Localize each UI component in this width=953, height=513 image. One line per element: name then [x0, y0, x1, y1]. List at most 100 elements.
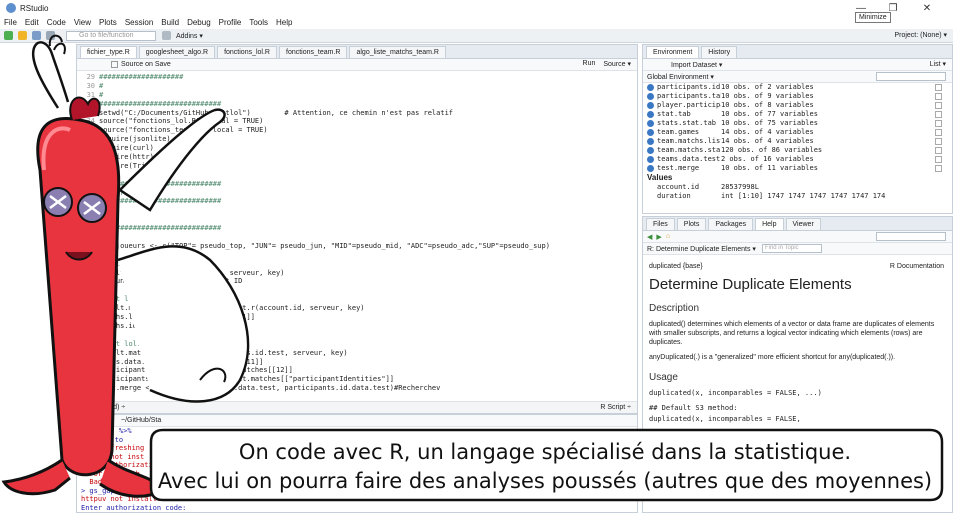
- help-description-p1: duplicated() determines which elements o…: [649, 321, 935, 346]
- environment-row[interactable]: stats.stat.tab 10 obs. of 75 variables: [643, 119, 952, 128]
- variable-name: stat.tab: [657, 110, 691, 118]
- help-toolbar: ◀ ▶ ⌂: [643, 231, 952, 243]
- view-grid-icon[interactable]: [935, 111, 942, 118]
- expand-dataframe-icon[interactable]: [647, 129, 654, 136]
- import-dataset-button[interactable]: Import Dataset ▾: [671, 61, 722, 69]
- environment-list: participants.id..10 obs. of 2 variablesp…: [643, 83, 952, 201]
- environment-row[interactable]: teams.data.test 2 obs. of 16 variables: [643, 155, 952, 164]
- environment-row[interactable]: stat.tab 10 obs. of 77 variables: [643, 110, 952, 119]
- source-button[interactable]: Source ▾: [603, 60, 631, 68]
- help-title: Determine Duplicate Elements: [649, 276, 852, 293]
- variable-name: participants.id..: [657, 83, 721, 91]
- view-grid-icon[interactable]: [935, 147, 942, 154]
- view-grid-icon[interactable]: [935, 93, 942, 100]
- help-description-heading: Description: [649, 303, 700, 314]
- tab-packages[interactable]: Packages: [708, 218, 754, 230]
- environment-row[interactable]: account.id 28537998L: [643, 183, 952, 192]
- environment-row[interactable]: team.matchs.sta..120 obs. of 86 variable…: [643, 146, 952, 155]
- expand-dataframe-icon[interactable]: [647, 93, 654, 100]
- environment-row[interactable]: test.merge 10 obs. of 11 variables: [643, 164, 952, 173]
- variable-description: 10 obs. of 9 variables: [721, 92, 814, 100]
- variable-name: test.merge: [657, 164, 700, 172]
- project-menu[interactable]: Project: (None) ▾: [894, 31, 947, 39]
- expand-dataframe-icon[interactable]: [647, 102, 654, 109]
- mascot-raised-hand: [31, 41, 70, 109]
- help-doc-header: duplicated {base} R Documentation: [649, 263, 944, 270]
- view-grid-icon[interactable]: [935, 156, 942, 163]
- view-grid-icon[interactable]: [935, 120, 942, 127]
- variable-description: 14 obs. of 4 variables: [721, 137, 814, 145]
- back-arrow-icon[interactable]: ◀: [647, 233, 652, 241]
- find-in-topic-input[interactable]: Find in Topic: [761, 244, 822, 253]
- help-usage-3: duplicated(x, incomparables = FALSE,: [649, 415, 801, 423]
- tab-plots[interactable]: Plots: [676, 218, 707, 230]
- environment-tabs: Environment History: [643, 45, 952, 59]
- rstudio-logo-icon: [6, 3, 16, 13]
- speech-bubble-text: On code avec R, un langage spécialisé da…: [145, 438, 945, 496]
- view-grid-icon[interactable]: [935, 165, 942, 172]
- view-grid-icon[interactable]: [935, 84, 942, 91]
- help-usage-1: duplicated(x, incomparables = FALSE, ...…: [649, 389, 822, 397]
- mascot-body: [36, 116, 121, 477]
- variable-description: 10 obs. of 8 variables: [721, 101, 814, 109]
- environment-row[interactable]: duration int [1:10] 1747 1747 1747 1747 1…: [643, 192, 952, 201]
- mascot-tuft: [69, 96, 101, 121]
- environment-row[interactable]: participants.tab 10 obs. of 9 variables: [643, 92, 952, 101]
- variable-name: stats.stat.tab: [657, 119, 717, 127]
- tab-history[interactable]: History: [701, 46, 738, 58]
- variable-name: duration: [657, 192, 691, 200]
- expand-dataframe-icon[interactable]: [647, 147, 654, 154]
- variable-name: teams.data.test: [657, 155, 721, 163]
- tab-viewer[interactable]: Viewer: [785, 218, 821, 230]
- help-doc-label: R Documentation: [889, 263, 944, 270]
- help-tabs: Files Plots Packages Help Viewer: [643, 217, 952, 231]
- environment-toolbar: Import Dataset ▾ List ▾: [643, 59, 952, 71]
- view-grid-icon[interactable]: [935, 102, 942, 109]
- variable-description: 10 obs. of 75 variables: [721, 119, 818, 127]
- speech-line-2: Avec lui on pourra faire des analyses po…: [157, 469, 933, 493]
- variable-description: 10 obs. of 11 variables: [721, 164, 818, 172]
- tab-help[interactable]: Help: [755, 218, 784, 230]
- row-indent: [643, 183, 657, 192]
- variable-description: int [1:10] 1747 1747 1747 1747 1747 174: [721, 192, 886, 200]
- tab-algo-liste[interactable]: algo_liste_matchs_team.R: [349, 46, 446, 58]
- window-title: RStudio: [20, 3, 49, 13]
- expand-dataframe-icon[interactable]: [647, 111, 654, 118]
- environment-search-input[interactable]: [876, 72, 946, 81]
- close-button[interactable]: ✕: [912, 0, 942, 16]
- run-button[interactable]: Run: [583, 60, 596, 68]
- forward-arrow-icon[interactable]: ▶: [656, 233, 661, 241]
- help-package: duplicated {base}: [649, 263, 703, 270]
- environment-pane: Environment History Import Dataset ▾ Lis…: [642, 44, 953, 214]
- expand-dataframe-icon[interactable]: [647, 156, 654, 163]
- variable-description: 2 obs. of 16 variables: [721, 155, 814, 163]
- global-environment-menu[interactable]: Global Environment ▾: [647, 73, 714, 81]
- expand-dataframe-icon[interactable]: [647, 120, 654, 127]
- view-grid-icon[interactable]: [935, 129, 942, 136]
- variable-name: player.participa..: [657, 101, 721, 109]
- variable-name: account.id: [657, 183, 700, 191]
- variable-description: 10 obs. of 2 variables: [721, 83, 814, 91]
- help-search-input[interactable]: [876, 232, 946, 241]
- help-topic-bar: R: Determine Duplicate Elements ▾ Find i…: [643, 243, 952, 255]
- variable-name: team.games: [657, 128, 700, 136]
- list-view-button[interactable]: List ▾: [930, 60, 946, 68]
- file-type-indicator[interactable]: R Script ÷: [600, 402, 631, 413]
- tab-environment[interactable]: Environment: [646, 46, 700, 58]
- variable-name: team.matchs.sta..: [657, 146, 721, 154]
- variable-description: 10 obs. of 77 variables: [721, 110, 818, 118]
- environment-row[interactable]: player.participa..10 obs. of 8 variables: [643, 101, 952, 110]
- environment-row[interactable]: team.games 14 obs. of 4 variables: [643, 128, 952, 137]
- expand-dataframe-icon[interactable]: [647, 84, 654, 91]
- expand-dataframe-icon[interactable]: [647, 165, 654, 172]
- variable-description: 14 obs. of 4 variables: [721, 128, 814, 136]
- mascot-pointing-arm: [118, 108, 226, 212]
- tab-files[interactable]: Files: [646, 218, 675, 230]
- home-icon[interactable]: ⌂: [666, 233, 670, 240]
- view-grid-icon[interactable]: [935, 138, 942, 145]
- environment-row[interactable]: team.matchs.list 14 obs. of 4 variables: [643, 137, 952, 146]
- expand-dataframe-icon[interactable]: [647, 138, 654, 145]
- help-topic-menu[interactable]: R: Determine Duplicate Elements ▾: [647, 245, 756, 253]
- mascot-right-arm: [117, 245, 250, 403]
- environment-row[interactable]: participants.id..10 obs. of 2 variables: [643, 83, 952, 92]
